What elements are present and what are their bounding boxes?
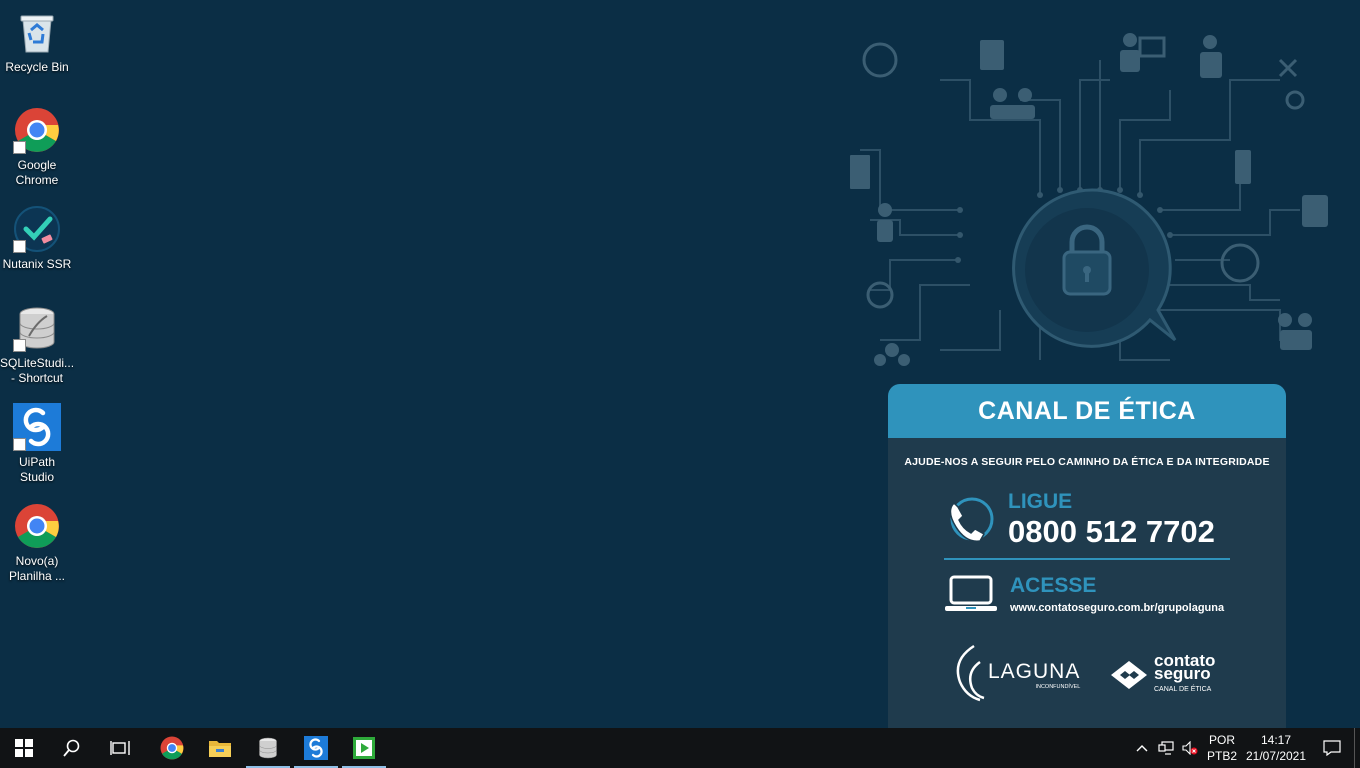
chrome-icon — [13, 106, 61, 154]
phone-icon — [949, 497, 994, 542]
taskbar-uipath[interactable] — [292, 728, 340, 768]
desktop-icon-sqlitestudio[interactable]: SQLiteStudi... - Shortcut — [0, 304, 74, 386]
access-section: ACESSE www.contatoseguro.com.br/grupolag… — [944, 574, 1224, 614]
input-language-button[interactable]: POR PTB2 — [1202, 728, 1242, 768]
clock-date: 21/07/2021 — [1245, 749, 1307, 763]
network-icon — [1158, 741, 1174, 755]
taskbar-sqlitestudio[interactable] — [244, 728, 292, 768]
search-icon — [63, 739, 80, 757]
call-label: LIGUE — [1008, 490, 1073, 513]
language-code: POR — [1208, 733, 1235, 747]
card-subtitle: AJUDE-NOS A SEGUIR PELO CAMINHO DA ÉTICA… — [904, 456, 1270, 468]
task-view-icon — [110, 741, 130, 755]
uipath-icon — [304, 736, 328, 760]
contato-seguro-logo: contato seguro CANAL DE ÉTICA — [1110, 652, 1215, 696]
file-explorer-icon — [209, 741, 231, 757]
access-url: www.contatoseguro.com.br/grupolaguna — [1010, 602, 1225, 614]
taskbar: POR PTB2 14:17 21/07/2021 — [0, 728, 1360, 768]
network-button[interactable] — [1154, 728, 1178, 768]
system-tray: POR PTB2 14:17 21/07/2021 — [1130, 728, 1360, 768]
contato-logo-text-2: seguro — [1154, 664, 1211, 683]
action-center-button[interactable] — [1310, 728, 1354, 768]
clock-time: 14:17 — [1260, 733, 1292, 747]
volume-muted-icon — [1182, 741, 1198, 755]
shortcut-arrow-icon — [13, 438, 26, 451]
chrome-icon — [160, 736, 184, 760]
contato-seguro-mark-icon — [1111, 661, 1147, 689]
recycle-bin-icon — [13, 8, 61, 56]
laguna-logo-text: LAGUNA — [988, 660, 1081, 683]
desktop-icon-label: UiPath Studio — [18, 455, 56, 484]
chevron-up-icon — [1136, 745, 1148, 752]
divider — [944, 558, 1230, 560]
uipath-icon — [13, 403, 61, 451]
ethics-channel-card: CANAL DE ÉTICA AJUDE-NOS A SEGUIR PELO C… — [888, 384, 1286, 728]
player-icon — [353, 737, 375, 759]
desktop-icon-label: Nutanix SSR — [2, 257, 72, 271]
chrome-icon — [13, 502, 61, 550]
wallpaper-circuit-art — [850, 33, 1328, 366]
desktop-icon-label: Google Chrome — [15, 158, 59, 187]
start-button[interactable] — [0, 728, 48, 768]
start-icon — [15, 739, 33, 757]
shortcut-arrow-icon — [13, 141, 26, 154]
desktop-icon-uipath-studio[interactable]: UiPath Studio — [0, 403, 74, 485]
card-title: CANAL DE ÉTICA — [888, 384, 1286, 438]
task-view-button[interactable] — [96, 728, 144, 768]
database-icon — [13, 304, 61, 352]
laptop-icon — [945, 575, 997, 611]
volume-button[interactable] — [1178, 728, 1202, 768]
desktop-icon-label: Novo(a) Planilha ... — [8, 554, 66, 583]
phone-number: 0800 512 7702 — [1008, 514, 1215, 549]
desktop-icon-google-chrome[interactable]: Google Chrome — [0, 106, 74, 188]
database-icon — [259, 737, 277, 759]
clock-button[interactable]: 14:17 21/07/2021 — [1242, 728, 1310, 768]
taskbar-player[interactable] — [340, 728, 388, 768]
desktop-icon-label: Recycle Bin — [5, 60, 69, 74]
laguna-logo-tag: INCONFUNDÍVEL — [1035, 684, 1081, 690]
search-button[interactable] — [48, 728, 96, 768]
notification-icon — [1323, 740, 1341, 756]
laguna-logo: LAGUNA INCONFUNDÍVEL — [952, 642, 1080, 704]
desktop-icon-nutanix-ssr[interactable]: Nutanix SSR — [0, 205, 74, 272]
contato-logo-tag: CANAL DE ÉTICA — [1154, 686, 1212, 693]
desktop-icon-novo-planilha[interactable]: Novo(a) Planilha ... — [0, 502, 74, 584]
laguna-swoosh-icon — [956, 644, 985, 702]
desktop-icon-label: SQLiteStudi... - Shortcut — [0, 356, 75, 385]
show-desktop-button[interactable] — [1354, 728, 1360, 768]
call-section: LIGUE 0800 512 7702 — [944, 490, 1215, 550]
show-hidden-icons-button[interactable] — [1130, 728, 1154, 768]
access-label: ACESSE — [1010, 574, 1097, 597]
shortcut-arrow-icon — [13, 339, 26, 352]
shortcut-arrow-icon — [13, 240, 26, 253]
keyboard-layout: PTB2 — [1206, 749, 1237, 763]
taskbar-chrome[interactable] — [148, 728, 196, 768]
nutanix-icon — [13, 205, 61, 253]
taskbar-file-explorer[interactable] — [196, 728, 244, 768]
desktop-icon-recycle-bin[interactable]: Recycle Bin — [0, 8, 74, 75]
